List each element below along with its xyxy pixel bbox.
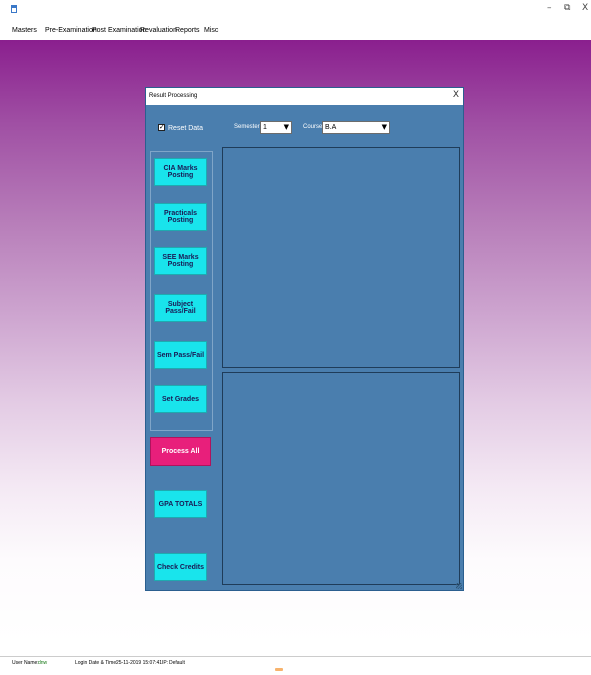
menu-bar: Masters Pre-Examination Post Examination… <box>0 22 591 40</box>
app-icon <box>11 5 17 13</box>
status-bar: User Name: dnw Login Date & Time: 25-11-… <box>0 656 591 669</box>
login-datetime-value: 25-11-2019 15:07:41 <box>116 660 163 666</box>
maximize-button[interactable]: ⧉ <box>564 3 570 13</box>
see-marks-posting-button[interactable]: SEE Marks Posting <box>154 247 207 275</box>
menu-post-examination[interactable]: Post Examination <box>92 27 146 34</box>
close-window-button[interactable]: X <box>582 3 588 13</box>
user-name-label: User Name: <box>12 660 39 666</box>
upper-results-panel[interactable] <box>222 147 460 368</box>
status-indicator-mark <box>275 668 283 671</box>
result-processing-dialog: Result Processing X ✓ Reset Data Semeste… <box>145 87 464 591</box>
menu-revaluation[interactable]: Revaluation <box>140 27 177 34</box>
cia-marks-posting-button[interactable]: CIA Marks Posting <box>154 158 207 186</box>
menu-misc[interactable]: Misc <box>204 27 218 34</box>
reset-data-checkbox[interactable]: ✓ <box>158 124 165 131</box>
check-credits-button[interactable]: Check Credits <box>154 553 207 581</box>
semester-select[interactable]: 1 ▼ <box>260 121 292 134</box>
dialog-title-bar: Result Processing X <box>146 88 463 105</box>
menu-masters[interactable]: Masters <box>12 27 37 34</box>
login-datetime-label: Login Date & Time: <box>75 660 118 666</box>
dialog-close-button[interactable]: X <box>453 90 459 100</box>
reset-data-label: Reset Data <box>168 125 204 132</box>
course-select[interactable]: B.A ▼ <box>322 121 390 134</box>
ip-value: Default <box>169 660 185 666</box>
semester-value: 1 <box>263 124 267 131</box>
process-all-button[interactable]: Process All <box>150 437 211 466</box>
sem-pass-fail-button[interactable]: Sem Pass/Fail <box>154 341 207 369</box>
dialog-title: Result Processing <box>149 93 198 99</box>
subject-pass-fail-button[interactable]: Subject Pass/Fail <box>154 294 207 322</box>
resize-grip-icon[interactable] <box>456 583 462 589</box>
minimize-button[interactable]: – <box>547 3 552 13</box>
semester-label: Semester <box>234 124 260 130</box>
course-label: Course <box>303 124 323 130</box>
gpa-totals-button[interactable]: GPA TOTALS <box>154 490 207 518</box>
set-grades-button[interactable]: Set Grades <box>154 385 207 413</box>
user-name-value: dnw <box>38 660 48 666</box>
menu-pre-examination[interactable]: Pre-Examination <box>45 27 97 34</box>
lower-results-panel[interactable] <box>222 372 460 585</box>
practicals-posting-button[interactable]: Practicals Posting <box>154 203 207 231</box>
menu-reports[interactable]: Reports <box>175 27 200 34</box>
title-bar: – ⧉ X <box>0 0 591 22</box>
course-value: B.A <box>325 124 337 131</box>
ip-label: IP: <box>162 660 169 666</box>
chevron-down-icon[interactable]: ▼ <box>382 123 387 131</box>
chevron-down-icon[interactable]: ▼ <box>284 123 289 131</box>
